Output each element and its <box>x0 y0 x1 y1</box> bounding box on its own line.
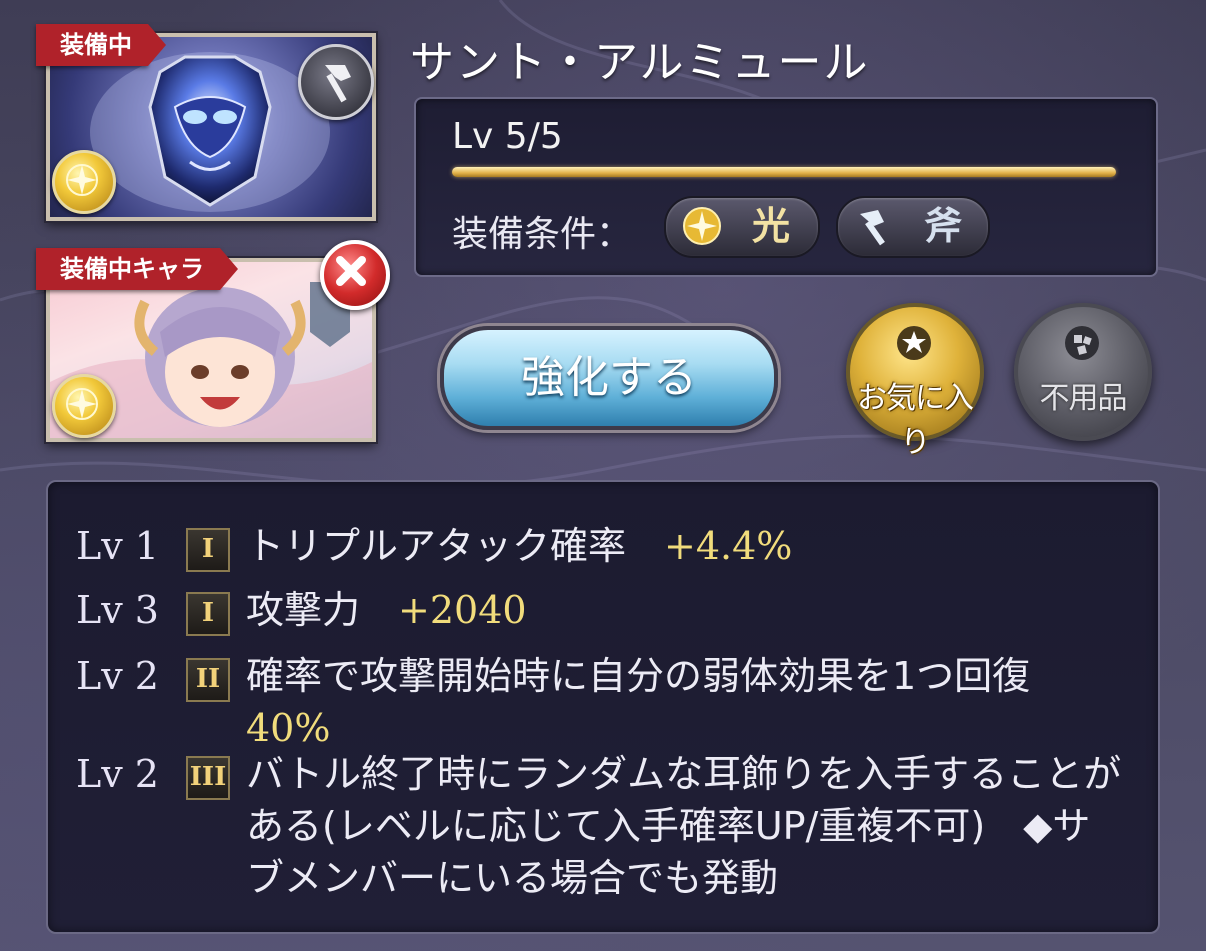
skill-tier-badge: I <box>186 592 230 636</box>
condition-light-label: 光 <box>752 204 791 248</box>
equip-conditions-label: 装備条件： <box>452 214 633 255</box>
equipped-chara-ribbon: 装備中キャラ <box>36 248 238 290</box>
favorite-label: お気に入り <box>857 381 974 460</box>
unequip-close-button[interactable] <box>320 240 390 310</box>
skill-text: 攻撃力 <box>246 588 361 632</box>
enhance-button[interactable]: 強化する <box>440 326 778 430</box>
favorite-button[interactable]: お気に入り <box>846 303 984 460</box>
skill-level: Lv 2 <box>76 752 159 796</box>
level-text: Lv 5/5 <box>452 116 563 157</box>
condition-light: 光 <box>664 196 820 258</box>
close-icon <box>336 256 366 286</box>
skill-value: +2040 <box>398 588 527 632</box>
item-name: サント・アルミュール <box>410 37 870 88</box>
skill-level: Lv 3 <box>76 588 159 632</box>
skill-tier-badge: II <box>186 658 230 702</box>
skill-text: トリプルアタック確率 <box>246 524 627 568</box>
star-icon <box>897 326 931 360</box>
skill-text: 確率で攻撃開始時に自分の弱体効果を1つ回復 <box>246 654 1031 698</box>
skill-value: 40% <box>246 706 331 750</box>
light-element-icon <box>52 374 116 438</box>
skill-level: Lv 1 <box>76 524 159 568</box>
skill-tier-badge: I <box>186 528 230 572</box>
skill-tier-badge: III <box>186 756 230 800</box>
skill-value: +4.4% <box>664 524 793 568</box>
condition-axe-label: 斧 <box>924 204 963 248</box>
equipped-ribbon: 装備中 <box>36 24 166 66</box>
light-element-icon <box>52 150 116 214</box>
broken-icon <box>1065 326 1099 360</box>
light-element-icon <box>683 207 721 245</box>
unused-label: 不用品 <box>1039 381 1128 416</box>
condition-axe: 斧 <box>836 196 990 258</box>
skill-level: Lv 2 <box>76 654 159 698</box>
skill-text: バトル終了時にランダムな耳飾りを入手することがある(レベルに応じて入手確率UP/… <box>246 752 1122 900</box>
level-progress-bar <box>452 167 1116 177</box>
axe-icon <box>860 210 885 246</box>
axe-icon <box>298 44 374 120</box>
unused-button[interactable]: 不用品 <box>1014 303 1152 441</box>
